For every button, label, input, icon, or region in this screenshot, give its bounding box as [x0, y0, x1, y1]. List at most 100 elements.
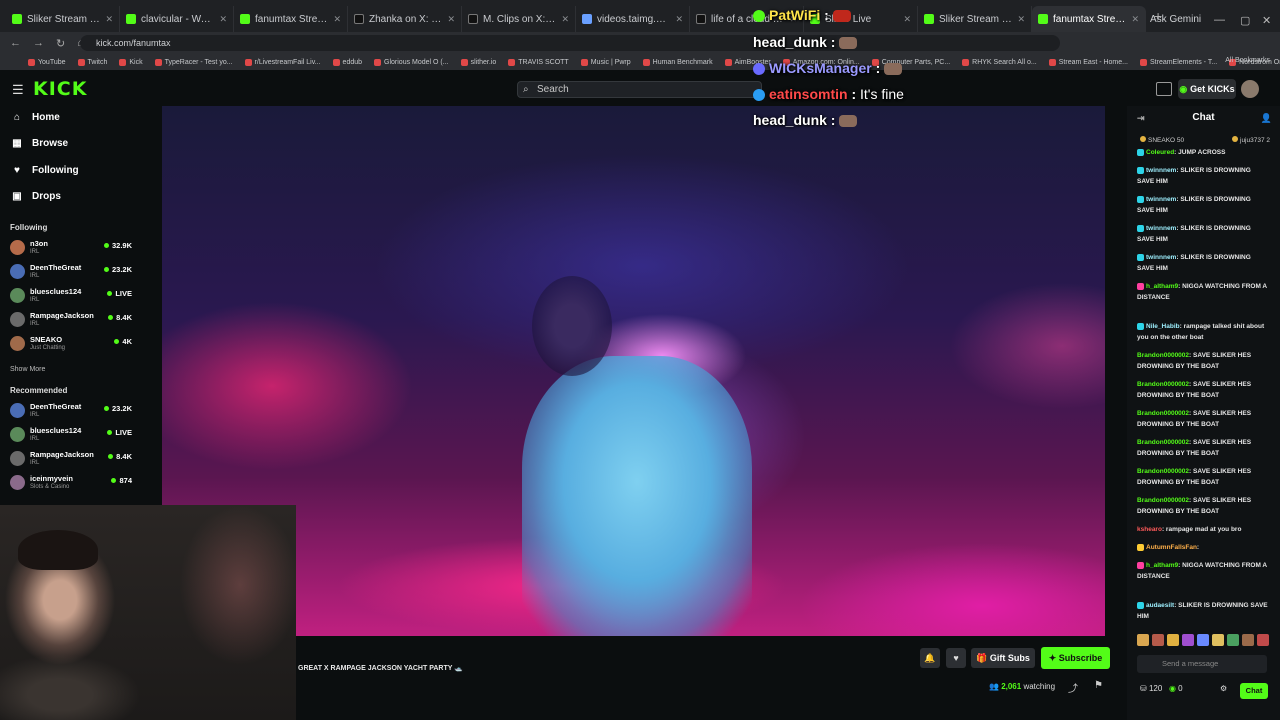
channel-row[interactable]: iceinmyvein Slots & Casino 874 [10, 473, 132, 495]
chat-username[interactable]: twinnnem [1146, 196, 1176, 203]
browser-tab[interactable]: videos.taimg.com/amplify ✕ [576, 6, 690, 32]
channel-row[interactable]: DeenTheGreat IRL 23.2K [10, 262, 132, 284]
bookmark-item[interactable]: eddub [332, 58, 362, 66]
channel-row[interactable]: bluesclues124 IRL LIVE [10, 286, 132, 308]
bookmark-item[interactable]: YouTube [28, 58, 66, 66]
sidebar-nav-home[interactable]: ⌂ Home [12, 112, 60, 123]
close-tab-icon[interactable]: ✕ [1017, 14, 1025, 25]
bookmark-item[interactable]: slither.io [460, 58, 496, 66]
browser-tab[interactable]: Sliker Stream - Watch Live ✕ [918, 6, 1032, 32]
emote-icon[interactable] [1257, 634, 1269, 646]
follow-heart-icon[interactable]: ♥ [946, 648, 966, 668]
user-avatar[interactable] [1241, 80, 1259, 98]
url-field[interactable]: kick.com/fanumtax [80, 35, 1060, 51]
menu-icon[interactable]: ☰ [12, 82, 24, 98]
channel-row[interactable]: n3on IRL 32.9K [10, 238, 132, 260]
close-tab-icon[interactable]: ✕ [105, 14, 113, 25]
kick-logo[interactable]: KICK [33, 78, 87, 100]
sidebar-nav-following[interactable]: ♥ Following [12, 165, 79, 176]
chat-username[interactable]: kshearo [1137, 526, 1162, 533]
chat-username[interactable]: AutumnFallsFan [1146, 544, 1197, 551]
bookmark-item[interactable]: RHYK Search All o... [962, 58, 1037, 66]
chat-settings-icon[interactable]: ⚙ [1220, 684, 1227, 693]
chat-username[interactable]: Brandon0000002 [1137, 468, 1189, 475]
bookmark-item[interactable]: Stream East - Home... [1048, 58, 1128, 66]
forward-icon[interactable]: → [33, 37, 44, 49]
collapse-chat-icon[interactable]: ⇥ [1137, 106, 1145, 130]
bookmark-item[interactable]: r/LivestreamFail Liv... [244, 58, 321, 66]
bookmark-item[interactable]: TRAVIS SCOTT [508, 58, 569, 66]
get-kicks-button[interactable]: ◉ Get KICKs [1178, 79, 1236, 99]
chat-username[interactable]: twinnnem [1146, 225, 1176, 232]
channel-row[interactable]: bluesclues124 IRL LIVE [10, 425, 132, 447]
bookmark-item[interactable]: Human Benchmark [642, 58, 713, 66]
close-tab-icon[interactable]: ✕ [561, 14, 569, 25]
more-options-icon[interactable]: ⚑ [1094, 680, 1103, 691]
all-bookmarks-button[interactable]: All Bookmarks [1225, 57, 1270, 64]
chat-username[interactable]: twinnnem [1146, 254, 1176, 261]
close-tab-icon[interactable]: ✕ [903, 14, 911, 25]
close-tab-icon[interactable]: ✕ [1131, 14, 1139, 25]
ask-gemini-button[interactable]: Ask Gemini [1150, 14, 1201, 25]
notification-bell-icon[interactable]: 🔔 [920, 648, 940, 668]
emote-icon[interactable] [1197, 634, 1209, 646]
sidebar-nav-browse[interactable]: ▦ Browse [12, 138, 68, 149]
reload-icon[interactable]: ↻ [56, 37, 65, 50]
close-tab-icon[interactable]: ✕ [447, 14, 455, 25]
share-icon[interactable]: ⤴ [1068, 680, 1078, 695]
chat-username[interactable]: Brandon0000002 [1137, 497, 1189, 504]
emote-icon[interactable] [1137, 634, 1149, 646]
emote-icon[interactable] [1167, 634, 1179, 646]
close-tab-icon[interactable]: ✕ [219, 14, 227, 25]
chat-username[interactable]: Brandon0000002 [1137, 352, 1189, 359]
emote-icon[interactable] [1227, 634, 1239, 646]
chat-username[interactable]: Coleured [1146, 149, 1174, 156]
browser-tab[interactable]: Zhanka on X: "@Sliker_Upd ✕ [348, 6, 462, 32]
channel-row[interactable]: DeenTheGreat IRL 23.2K [10, 401, 132, 423]
minimize-icon[interactable]: — [1214, 14, 1225, 26]
emote-icon[interactable] [1212, 634, 1224, 646]
viewer-count: 874 [119, 476, 132, 485]
bookmark-item[interactable]: Twitch [77, 58, 107, 66]
video-player[interactable] [162, 106, 1105, 636]
chat-username[interactable]: h_altham9 [1146, 562, 1178, 569]
chat-username[interactable]: h_altham9 [1146, 283, 1178, 290]
gift-subs-button[interactable]: 🎁 Gift Subs [971, 648, 1035, 668]
chat-username[interactable]: Nile_Habib [1146, 323, 1180, 330]
bookmark-item[interactable]: Music | Pwrp [580, 58, 631, 66]
browser-tab[interactable]: Sliker Stream - Watch Live ✕ [6, 6, 120, 32]
browser-tab[interactable]: fanumtax Stream - Watch ✕ [234, 6, 348, 32]
emote-strip[interactable] [1137, 634, 1269, 646]
close-window-icon[interactable]: ✕ [1262, 14, 1271, 27]
emote-icon[interactable] [1152, 634, 1164, 646]
chat-username[interactable]: Brandon0000002 [1137, 410, 1189, 417]
close-tab-icon[interactable]: ✕ [333, 14, 341, 25]
chat-username[interactable]: twinnnem [1146, 167, 1176, 174]
bookmark-item[interactable]: Kick [119, 58, 143, 66]
channel-row[interactable]: SNEAKO Just Chatting 4K [10, 334, 132, 356]
chat-username[interactable]: audaesilt [1146, 602, 1174, 609]
subscribe-button[interactable]: ✦ Subscribe [1041, 647, 1110, 669]
chat-send-button[interactable]: Chat [1240, 683, 1268, 699]
chat-username[interactable]: Brandon0000002 [1137, 439, 1189, 446]
channel-row[interactable]: RampageJackson IRL 8.4K [10, 449, 132, 471]
library-icon[interactable] [1156, 82, 1172, 96]
sidebar-nav-drops[interactable]: ▣ Drops [12, 191, 61, 202]
close-tab-icon[interactable]: ✕ [675, 14, 683, 25]
chat-input[interactable]: Send a message [1137, 655, 1267, 673]
chat-users-icon[interactable]: 👤 [1261, 106, 1272, 130]
maximize-icon[interactable]: ▢ [1240, 14, 1250, 27]
browser-tab[interactable]: M. Clips on X: "Sliker tries ✕ [462, 6, 576, 32]
browser-tab[interactable]: fanumtax Stream - Watch ✕ [1032, 6, 1146, 32]
emote-icon[interactable] [1182, 634, 1194, 646]
show-more-link[interactable]: Show More [10, 366, 45, 373]
browser-tab[interactable]: clavicular - Watch clips on ✕ [120, 6, 234, 32]
back-icon[interactable]: ← [10, 37, 21, 49]
search-input[interactable]: ⌕ Search [517, 81, 762, 98]
bookmark-item[interactable]: Glorious Model O (... [374, 58, 449, 66]
bookmark-item[interactable]: StreamElements - T... [1140, 58, 1217, 66]
channel-row[interactable]: RampageJackson IRL 8.4K [10, 310, 132, 332]
bookmark-item[interactable]: TypeRacer - Test yo... [154, 58, 233, 66]
emote-icon[interactable] [1242, 634, 1254, 646]
chat-username[interactable]: Brandon0000002 [1137, 381, 1189, 388]
